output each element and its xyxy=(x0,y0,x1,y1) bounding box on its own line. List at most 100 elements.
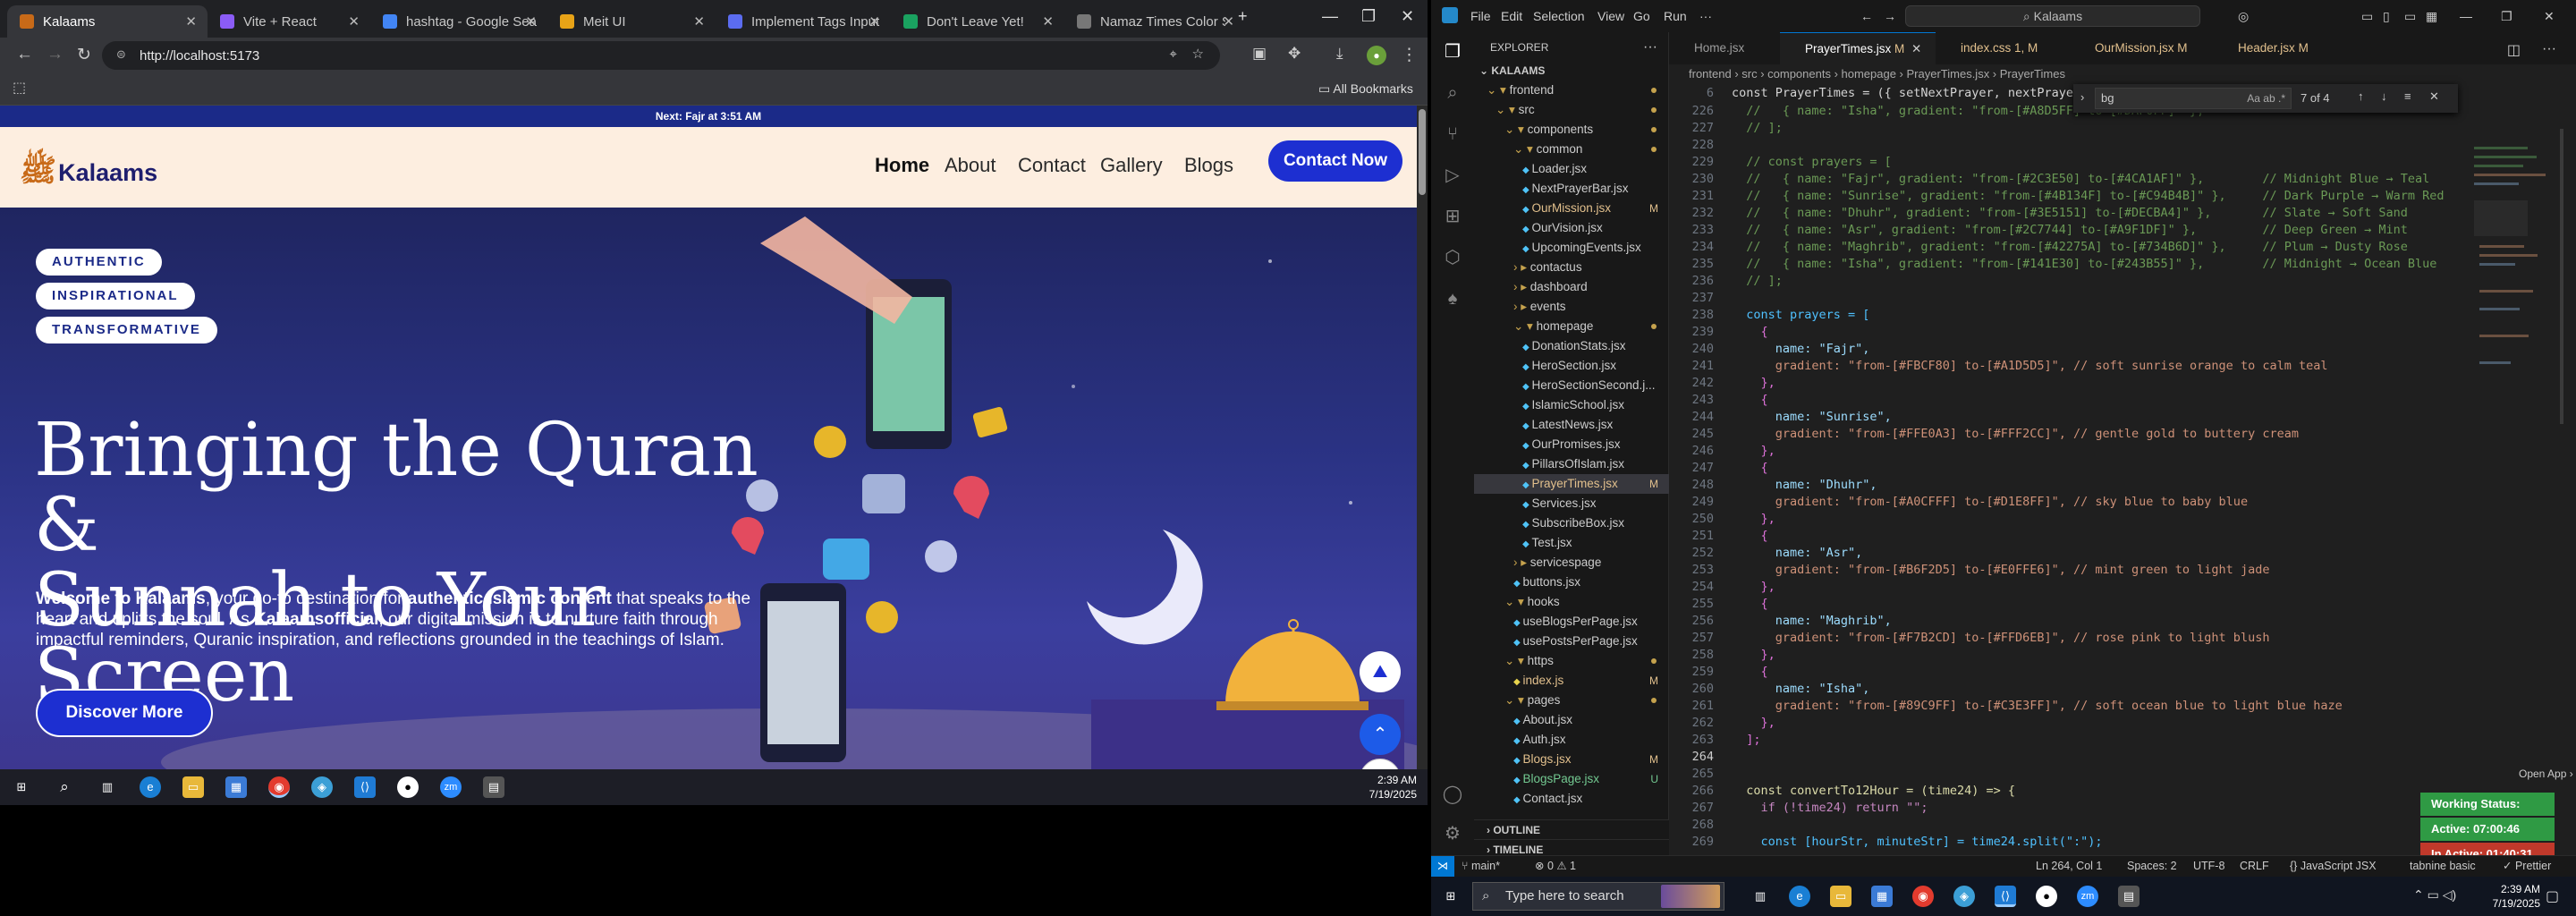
tree-folder[interactable]: › ▸ dashboard xyxy=(1474,277,1669,297)
code-line[interactable]: { xyxy=(1732,529,1768,543)
vscode-icon[interactable]: ⟨⟩ xyxy=(354,776,376,798)
extensions-icon[interactable]: ⊞ xyxy=(1442,206,1463,227)
windows-start-icon[interactable]: ⊞ xyxy=(11,776,32,798)
browser-tab-tags[interactable]: Implement Tags Input ✕ xyxy=(716,5,891,38)
code-line[interactable]: // ]; xyxy=(1732,274,1783,288)
code-line[interactable]: gradient: "from-[#FBCF80] to-[#A1D5D5]",… xyxy=(1732,359,2328,373)
notifications-icon[interactable]: ▢ xyxy=(2546,887,2559,905)
code-line[interactable]: { xyxy=(1732,393,1768,407)
back-icon[interactable]: ← xyxy=(16,45,33,64)
close-tab-icon[interactable]: ✕ xyxy=(525,13,537,30)
close-tab-icon[interactable]: ✕ xyxy=(869,13,880,30)
code-line[interactable]: // { name: "Sunrise", gradient: "from-[#… xyxy=(1732,189,2444,203)
code-line[interactable]: // { name: "Dhuhr", gradient: "from-[#3E… xyxy=(1732,206,2408,220)
scroll-to-top-icon[interactable]: ⌃ xyxy=(1360,714,1401,755)
previous-match-icon[interactable]: ↑ xyxy=(2358,89,2364,103)
file-explorer-icon[interactable]: ▭ xyxy=(1830,886,1852,907)
copilot-icon[interactable]: ◎ xyxy=(2238,9,2249,24)
account-icon[interactable]: ◯ xyxy=(1442,784,1463,805)
code-line[interactable]: gradient: "from-[#F7B2CD] to-[#FFD6EB]",… xyxy=(1732,631,2270,645)
settings-gear-icon[interactable]: ⚙ xyxy=(1442,823,1463,844)
download-icon[interactable]: ⤓ xyxy=(1336,45,1343,63)
tab-ourmission-jsx[interactable]: OurMission.jsx M xyxy=(2070,32,2213,64)
all-bookmarks[interactable]: ▭ All Bookmarks xyxy=(1318,81,1413,97)
leaf-icon[interactable]: ♠ xyxy=(1442,288,1463,310)
nav-home[interactable]: Home xyxy=(875,154,929,177)
close-tab-icon[interactable]: ✕ xyxy=(1223,13,1234,30)
tree-file[interactable]: ◆ SubscribeBox.jsx xyxy=(1474,513,1669,533)
forward-icon[interactable]: → xyxy=(47,45,64,64)
problems-indicator[interactable]: ⊗ 0 ⚠ 1 xyxy=(1535,856,1576,876)
site-info-icon[interactable]: ⊜ xyxy=(116,47,126,62)
browser-tab-vite[interactable]: Vite + React ✕ xyxy=(208,5,370,38)
tree-file[interactable]: ◆ IslamicSchool.jsx xyxy=(1474,395,1669,415)
chrome-icon[interactable]: ◉ xyxy=(268,776,290,798)
run-debug-icon[interactable]: ▷ xyxy=(1442,165,1463,186)
code-line[interactable]: }, xyxy=(1732,376,1775,390)
code-line[interactable]: { xyxy=(1732,665,1768,679)
maximize-icon[interactable]: ❐ xyxy=(2501,9,2512,24)
chevron-right-icon[interactable]: › xyxy=(2080,90,2084,104)
split-editor-icon[interactable]: ◫ xyxy=(2507,41,2521,59)
tree-file[interactable]: ◆ OurPromises.jsx xyxy=(1474,435,1669,454)
source-control-icon[interactable]: ⑂ xyxy=(1442,123,1463,145)
find-in-selection-icon[interactable]: ≡ xyxy=(2404,89,2411,103)
close-tab-icon[interactable]: ✕ xyxy=(1042,13,1054,30)
kebab-menu-icon[interactable]: ⋮ xyxy=(1401,45,1418,65)
tree-file[interactable]: ◆ LatestNews.jsx xyxy=(1474,415,1669,435)
tab-prayertimes-jsx[interactable]: PrayerTimes.jsx M ✕ xyxy=(1780,32,1936,64)
reload-icon[interactable]: ↻ xyxy=(77,45,91,65)
browser-tab-dont-leave[interactable]: Don't Leave Yet! ✕ xyxy=(891,5,1064,38)
new-tab-icon[interactable]: + xyxy=(1238,7,1248,26)
tree-folder[interactable]: ⌄ ▾ https xyxy=(1474,651,1669,671)
tree-folder[interactable]: ⌄ ▾ homepage xyxy=(1474,317,1669,336)
close-find-icon[interactable]: ✕ xyxy=(2429,89,2439,104)
code-line[interactable]: const [hourStr, minuteStr] = time24.spli… xyxy=(1732,835,2103,849)
close-tab-icon[interactable]: ✕ xyxy=(693,13,705,30)
tree-file[interactable]: ◆ PrayerTimes.jsx M xyxy=(1474,474,1669,494)
menu-edit[interactable]: Edit xyxy=(1501,9,1522,23)
layout-customize-icon[interactable]: ▦ xyxy=(2426,9,2437,24)
puzzle-icon[interactable]: ✥ xyxy=(1288,45,1301,63)
edge-icon[interactable]: e xyxy=(140,776,161,798)
system-tray-icons[interactable]: ⌃ ▭ ◁) xyxy=(2413,887,2456,903)
minimize-icon[interactable]: — xyxy=(1322,7,1338,26)
code-line[interactable]: const convertTo12Hour = (time24) => { xyxy=(1732,784,2015,798)
encoding[interactable]: UTF-8 xyxy=(2193,856,2224,876)
menu-more[interactable]: ··· xyxy=(1699,9,1712,23)
tree-folder[interactable]: › ▸ servicespage xyxy=(1474,553,1669,572)
tree-file[interactable]: ◆ Services.jsx xyxy=(1474,494,1669,513)
app-icon[interactable]: ◈ xyxy=(311,776,333,798)
tree-file[interactable]: ◆ Loader.jsx xyxy=(1474,159,1669,179)
close-tab-icon[interactable]: ✕ xyxy=(1911,42,1921,55)
tree-folder[interactable]: ⌄ ▾ frontend xyxy=(1474,81,1669,100)
app-circle-icon[interactable]: ● xyxy=(2036,886,2057,907)
calculator-icon[interactable]: ▤ xyxy=(483,776,504,798)
vscode-icon[interactable]: ⟨⟩ xyxy=(1995,886,2016,907)
code-line[interactable]: }, xyxy=(1732,716,1775,730)
page-scrollbar[interactable] xyxy=(1417,106,1428,769)
remote-icon[interactable]: ⬡ xyxy=(1442,247,1463,268)
tree-file[interactable]: ◆ UpcomingEvents.jsx xyxy=(1474,238,1669,258)
outline-section[interactable]: › OUTLINE xyxy=(1474,819,1669,839)
find-input[interactable]: bg Aa ab .* xyxy=(2095,88,2292,109)
explorer-icon[interactable]: ❐ xyxy=(1442,41,1463,63)
tree-folder[interactable]: › ▸ contactus xyxy=(1474,258,1669,277)
tree-file[interactable]: ◆ HeroSectionSecond.j... xyxy=(1474,376,1669,395)
site-logo[interactable]: ﷺKalaams xyxy=(20,152,157,196)
tree-folder[interactable]: ⌄ ▾ hooks xyxy=(1474,592,1669,612)
file-explorer-icon[interactable]: ▭ xyxy=(182,776,204,798)
tree-file[interactable]: ◆ BlogsPage.jsx U xyxy=(1474,769,1669,789)
url-input[interactable]: ⊜ http://localhost:5173 ⌖ ☆ xyxy=(102,41,1220,70)
next-match-icon[interactable]: ↓ xyxy=(2381,89,2387,103)
page-scrollbar-thumb[interactable] xyxy=(1419,109,1426,195)
browser-tab-namaz[interactable]: Namaz Times Color Sc ✕ xyxy=(1064,5,1245,38)
code-line[interactable]: name: "Dhuhr", xyxy=(1732,478,1877,492)
discover-more-button[interactable]: Discover More xyxy=(36,689,213,737)
language-mode[interactable]: {} JavaScript JSX xyxy=(2290,856,2377,876)
match-options-icon[interactable]: Aa ab .* xyxy=(2247,89,2285,108)
tree-file[interactable]: ◆ PillarsOfIslam.jsx xyxy=(1474,454,1669,474)
line-ending[interactable]: CRLF xyxy=(2240,856,2269,876)
maximize-icon[interactable]: ❐ xyxy=(1361,7,1376,26)
tree-file[interactable]: ◆ OurVision.jsx xyxy=(1474,218,1669,238)
